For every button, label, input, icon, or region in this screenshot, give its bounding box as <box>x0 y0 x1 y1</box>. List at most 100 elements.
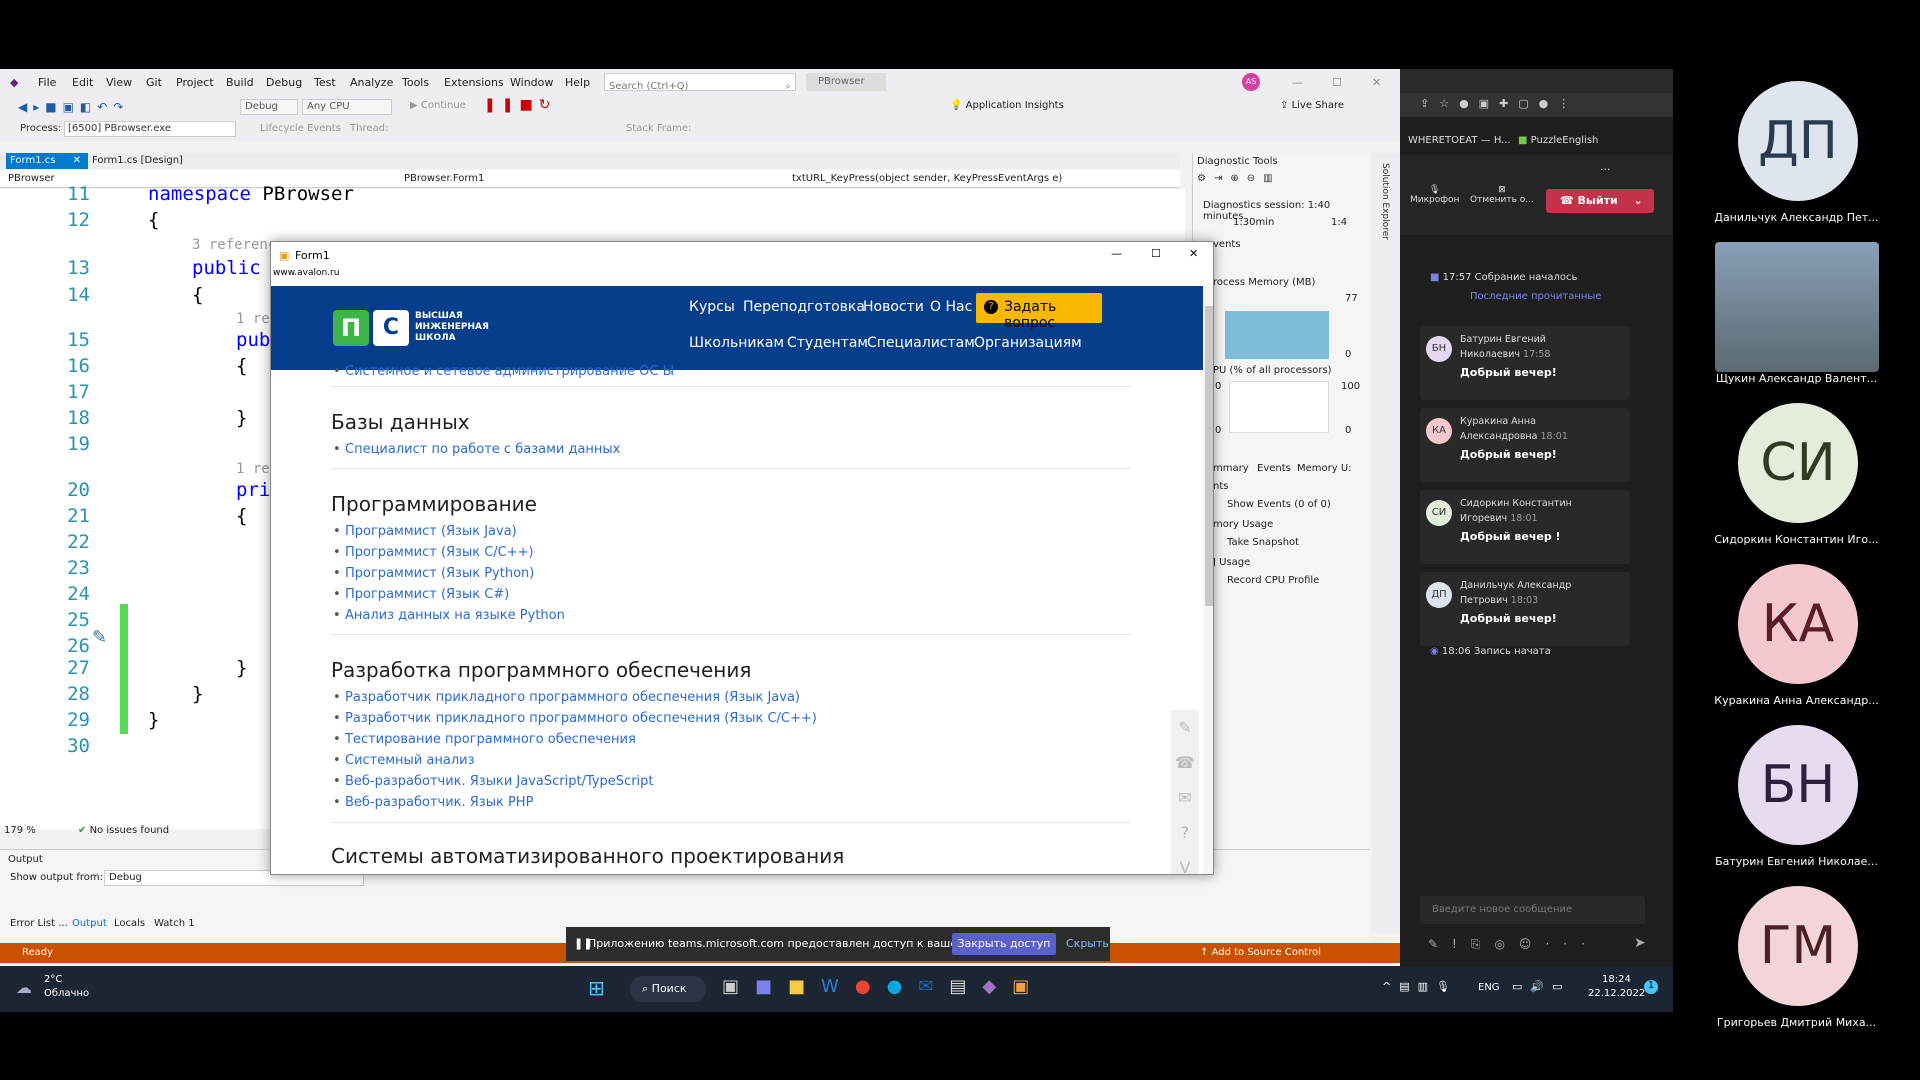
participant-avatar[interactable]: БН <box>1738 725 1858 845</box>
taskbar-app-icons[interactable]: ▣■■W●●✉▤◆▣ <box>722 976 1045 997</box>
weather-desc[interactable]: Облачно <box>44 988 89 999</box>
nav-member[interactable]: txtURL_KeyPress(object sender, KeyPressE… <box>792 173 1062 184</box>
weather-temp[interactable]: 2°C <box>44 974 62 985</box>
social-icons[interactable]: ✎☎✉?V▶ <box>1171 710 1199 874</box>
menu-debug[interactable]: Debug <box>266 76 302 89</box>
take-snapshot-button[interactable]: Take Snapshot <box>1227 537 1299 548</box>
participant-avatar[interactable]: ГМ <box>1738 886 1858 1006</box>
nav-students[interactable]: Студентам <box>787 335 868 351</box>
ask-question-button[interactable]: ? Задать вопрос <box>976 293 1102 331</box>
menu-file[interactable]: File <box>38 76 56 89</box>
menu-edit[interactable]: Edit <box>72 76 93 89</box>
diag-tab-events[interactable]: Events <box>1257 463 1291 474</box>
process-select[interactable]: [6500] PBrowser.exe <box>64 121 236 137</box>
nav-about[interactable]: О Нас <box>930 299 972 315</box>
app-insights-button[interactable]: 💡 Application Insights <box>950 100 1064 111</box>
nav-organizations[interactable]: Организациям <box>974 335 1082 351</box>
course-link[interactable]: Программист (Язык С/С++) <box>333 545 534 560</box>
tab-close-icon[interactable]: ✕ <box>73 155 81 166</box>
form-maximize-icon[interactable]: ☐ <box>1151 247 1161 260</box>
maximize-icon[interactable]: ☐ <box>1332 76 1342 89</box>
tray-icons[interactable]: ^▤▥🎙 <box>1382 980 1458 993</box>
participant-avatar[interactable] <box>1715 242 1879 372</box>
menu-view[interactable]: View <box>106 76 132 89</box>
course-link[interactable]: Системное и сетевое администрирование ОС… <box>333 364 674 379</box>
add-source-control-button[interactable]: ↑ Add to Source Control <box>1200 947 1321 958</box>
participant-avatar[interactable]: СИ <box>1738 403 1858 523</box>
lifecycle-events[interactable]: Lifecycle Events <box>260 123 341 134</box>
nav-courses[interactable]: Курсы <box>689 299 735 315</box>
chat-message[interactable]: СИ Сидоркин Константин Игоревич 18:01 Добр… <box>1420 490 1630 564</box>
course-link[interactable]: Анализ данных на языке Python <box>333 608 565 623</box>
chat-message[interactable]: ДП Данильчук Александр Петрович 18:03 Добр… <box>1420 572 1630 646</box>
form-scrollbar[interactable] <box>1203 286 1213 874</box>
minimize-icon[interactable]: — <box>1292 76 1303 89</box>
debug-controls[interactable]: ❚❚■↻ <box>484 97 556 113</box>
menu-project[interactable]: Project <box>176 76 214 89</box>
record-cpu-profile-button[interactable]: Record CPU Profile <box>1227 575 1319 586</box>
zoom-level[interactable]: 179 % <box>4 825 36 836</box>
course-link[interactable]: Веб-разработчик. Языки JavaScript/TypeSc… <box>333 774 653 789</box>
form-close-icon[interactable]: ✕ <box>1189 247 1198 260</box>
notification-icon[interactable]: 1 <box>1644 980 1658 994</box>
menu-help[interactable]: Help <box>565 76 590 89</box>
nav-retraining[interactable]: Переподготовка <box>743 299 865 315</box>
config-select[interactable]: Debug <box>240 99 298 115</box>
course-link[interactable]: Программист (Язык Python) <box>333 566 534 581</box>
bookmark-wheretoeat[interactable]: WHERETOEAT — H... <box>1408 135 1511 146</box>
platform-select[interactable]: Any CPU <box>302 99 392 115</box>
stop-sharing-button[interactable]: ⊠ Отменить о... <box>1470 185 1534 205</box>
menu-analyze[interactable]: Analyze <box>350 76 393 89</box>
participant-avatar[interactable]: ДП <box>1738 81 1858 201</box>
course-link[interactable]: Программист (Язык С#) <box>333 587 509 602</box>
mic-button[interactable]: 🎙 Микрофон <box>1410 185 1459 205</box>
menu-window[interactable]: Window <box>510 76 553 89</box>
show-events-button[interactable]: Show Events (0 of 0) <box>1227 499 1331 510</box>
menu-test[interactable]: Test <box>314 76 336 89</box>
close-icon[interactable]: ✕ <box>1372 76 1381 89</box>
nav-project[interactable]: PBrowser <box>8 173 55 184</box>
live-share-button[interactable]: ⇪ Live Share <box>1280 100 1344 111</box>
tab-watch1[interactable]: Watch 1 <box>154 918 195 929</box>
send-icon[interactable]: ➤ <box>1634 935 1646 951</box>
chevron-down-icon[interactable]: ⌄ <box>1634 194 1643 207</box>
course-link[interactable]: Разработчик прикладного программного обе… <box>333 711 817 726</box>
diag-tab-memory[interactable]: Memory U: <box>1297 463 1352 474</box>
course-link[interactable]: Веб-разработчик. Язык PHP <box>333 795 533 810</box>
menu-tools[interactable]: Tools <box>402 76 429 89</box>
tray-icons-right[interactable]: ▭🔊▭ <box>1512 980 1570 993</box>
stop-sharing-button[interactable]: Закрыть доступ <box>952 933 1056 955</box>
lang-indicator[interactable]: ENG <box>1478 982 1500 993</box>
menu-git[interactable]: Git <box>146 76 162 89</box>
bookmark-puzzleenglish[interactable]: ■ PuzzleEnglish <box>1518 135 1598 146</box>
message-input[interactable]: Введите новое сообщение <box>1420 896 1645 924</box>
clock-time[interactable]: 18:24 <box>1602 974 1631 985</box>
tab-locals[interactable]: Locals <box>114 918 145 929</box>
course-link[interactable]: Программист (Язык Java) <box>333 524 517 539</box>
hide-button[interactable]: Скрыть <box>1066 937 1109 950</box>
continue-button[interactable]: ▶ Continue <box>410 100 466 111</box>
course-link[interactable]: Системный анализ <box>333 753 474 768</box>
start-icon[interactable]: ⊞ <box>588 976 605 1000</box>
browser-toolbar-icons[interactable]: ⇪☆●▣✚▢●⋮ <box>1400 93 1673 117</box>
tab-error-list[interactable]: Error List ... <box>10 918 68 929</box>
course-link[interactable]: Тестирование программного обеспечения <box>333 732 636 747</box>
url-input[interactable]: www.avalon.ru <box>271 268 1213 284</box>
nav-specialists[interactable]: Специалистам <box>867 335 975 351</box>
issues-indicator[interactable]: ✔ No issues found <box>78 825 169 836</box>
search-input[interactable]: Search (Ctrl+Q) ⌕ <box>604 73 796 92</box>
tab-form1-cs[interactable]: Form1.cs ✕ <box>6 153 88 169</box>
tab-form1-design[interactable]: Form1.cs [Design] <box>92 155 183 166</box>
menu-extensions[interactable]: Extensions <box>444 76 504 89</box>
participant-avatar[interactable]: КА <box>1738 564 1858 684</box>
tab-output[interactable]: Output <box>72 918 107 929</box>
nav-class[interactable]: PBrowser.Form1 <box>404 173 484 184</box>
chat-message[interactable]: БН Батурин Евгений Николаевич 17:58 Добрый… <box>1420 326 1630 400</box>
leave-button[interactable]: ☎ Выйти ⌄ <box>1546 189 1654 213</box>
compose-toolbar-icons[interactable]: ✎!⎘◎☺··· <box>1428 937 1599 952</box>
toolbar-icons[interactable]: ◀▸■▣◧↶↷ <box>18 100 129 114</box>
more-options-icon[interactable]: ··· <box>1600 163 1611 176</box>
clock-date[interactable]: 22.12.2022 <box>1588 988 1645 999</box>
course-link[interactable]: Разработчик прикладного программного обе… <box>333 690 800 705</box>
nav-news[interactable]: Новости <box>863 299 924 315</box>
